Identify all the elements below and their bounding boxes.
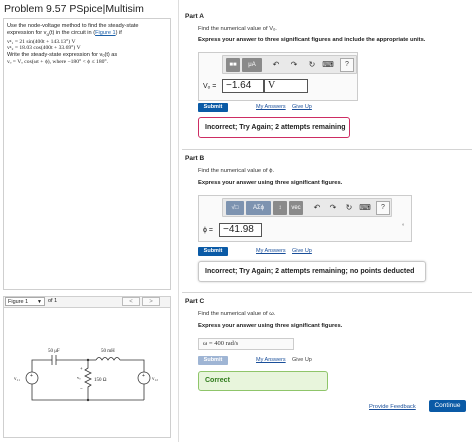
subsup-button[interactable]: ↕ [273, 201, 287, 215]
problem-line: Write the steady-state expression for vₒ… [7, 51, 118, 58]
inductor-label: 50 mH [101, 349, 115, 354]
help-button[interactable]: ? [340, 58, 354, 72]
part-c-instruction: Express your answer using three signific… [198, 323, 343, 329]
vo-plus: + [80, 366, 83, 371]
part-b-give-up-link[interactable]: Give Up [292, 248, 312, 254]
figure-body: 50 μF 50 mH 150 Ω v₁₁ v₁₂ + + + vₒ − [3, 308, 171, 438]
part-a-label: Part A [185, 13, 204, 20]
reset-icon[interactable]: ↻ [343, 202, 355, 214]
resistor-label: 150 Ω [94, 378, 107, 383]
figure-select[interactable]: Figure 1 ▼ [5, 297, 45, 306]
figure-count: of 1 [48, 298, 58, 304]
problem-line: expression for vo(t) in the circuit in (… [7, 29, 122, 37]
divider [182, 292, 472, 293]
part-a-answer-label: Vₒ = [203, 83, 217, 90]
figure-select-value: Figure 1 [8, 299, 29, 305]
keyboard-icon[interactable]: ⌨ [359, 202, 371, 214]
part-a-give-up-link[interactable]: Give Up [292, 104, 312, 110]
degree-symbol: ° [402, 224, 405, 230]
redo-icon[interactable]: ↷ [327, 202, 339, 214]
circuit-diagram: 50 μF 50 mH 150 Ω v₁₁ v₁₂ + + + vₒ − [14, 349, 158, 402]
part-b-label: Part B [185, 155, 205, 162]
part-a-toolbar: ■■ μA ↶ ↷ ↻ ⌨ ? [222, 55, 357, 74]
part-c-my-answers-link[interactable]: My Answers [256, 357, 286, 363]
left-source-plus: + [30, 373, 33, 379]
part-c-give-up-link: Give Up [292, 357, 312, 363]
chevron-down-icon: ▼ [37, 299, 42, 305]
part-c-answer: ω = 400 rad/s [198, 338, 294, 350]
undo-icon[interactable]: ↶ [311, 202, 323, 214]
part-b-toolbar: √□ AΣϕ ↕ vec ↶ ↷ ↻ ⌨ ? [222, 198, 392, 217]
keyboard-icon[interactable]: ⌨ [322, 59, 334, 71]
figure-prev-button[interactable]: < [122, 297, 140, 306]
part-a-my-answers-link[interactable]: My Answers [256, 104, 286, 110]
part-b-feedback: Incorrect; Try Again; 2 attempts remaini… [198, 261, 426, 282]
part-a-submit-button[interactable]: Submit [198, 103, 228, 112]
column-divider [178, 0, 179, 442]
page-title: Problem 9.57 PSpice|Multisim [4, 3, 144, 15]
vo-label: vₒ [77, 375, 81, 380]
part-b-answer-label: ϕ = [203, 227, 213, 234]
part-b-my-answers-link[interactable]: My Answers [256, 248, 286, 254]
part-c-label: Part C [185, 298, 205, 305]
part-a-instruction: Express your answer to three significant… [198, 37, 426, 43]
part-c-submit-button: Submit [198, 356, 228, 365]
reset-icon[interactable]: ↻ [306, 59, 318, 71]
part-a-question: Find the numerical value of Vₒ. [198, 26, 277, 32]
part-c-question: Find the numerical value of ω. [198, 311, 276, 317]
provide-feedback-link[interactable]: Provide Feedback [369, 404, 416, 410]
divider [182, 149, 472, 150]
undo-icon[interactable]: ↶ [270, 59, 282, 71]
left-source-label: v₁₁ [14, 377, 20, 382]
part-a-feedback: Incorrect; Try Again; 2 attempts remaini… [198, 117, 350, 138]
problem-statement: Use the node-voltage method to find the … [7, 23, 167, 65]
problem-line: vᵍ₂ = 18.03 cos(400t + 33.69°) V [7, 45, 81, 52]
units-button[interactable]: μA [242, 58, 262, 72]
continue-button[interactable]: Continue [429, 400, 466, 412]
capacitor-label: 50 μF [48, 349, 60, 354]
redo-icon[interactable]: ↷ [288, 59, 300, 71]
problem-line: vₒ = Vₒ cos(ωt + ϕ), where −180° < ϕ ≤ 1… [7, 58, 109, 65]
part-b-question: Find the numerical value of ϕ. [198, 168, 275, 174]
right-source-plus: + [142, 373, 145, 379]
part-a-unit-input[interactable]: V [264, 79, 308, 93]
problem-line: Use the node-voltage method to find the … [7, 23, 139, 29]
symbols-button[interactable]: AΣϕ [246, 201, 271, 215]
templates-button[interactable]: ■■ [226, 58, 240, 72]
vec-button[interactable]: vec [289, 201, 303, 215]
help-button[interactable]: ? [376, 201, 390, 215]
part-c-feedback: Correct [198, 371, 328, 391]
part-b-instruction: Express your answer using three signific… [198, 180, 343, 186]
vo-minus: − [80, 386, 83, 391]
part-a-value-input[interactable]: −1.64 [222, 79, 264, 93]
part-b-value-input[interactable]: −41.98 [219, 223, 262, 237]
part-b-submit-button[interactable]: Submit [198, 247, 228, 256]
figure-next-button[interactable]: > [142, 297, 160, 306]
figure-link[interactable]: Figure 1 [95, 30, 116, 36]
right-source-label: v₁₂ [152, 377, 158, 382]
templates-button[interactable]: √□ [226, 201, 244, 215]
